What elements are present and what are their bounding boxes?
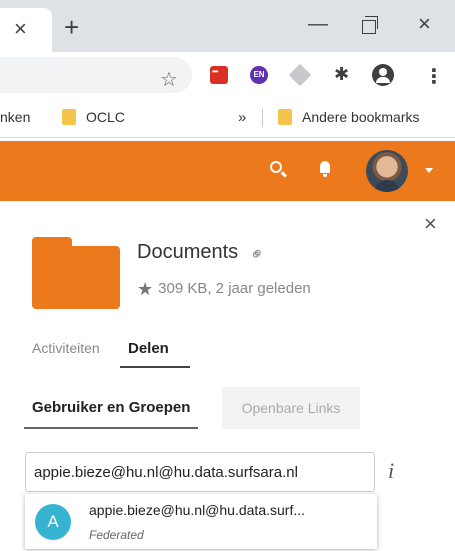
star-icon[interactable]: ☆: [160, 67, 178, 92]
bookmark-oclc[interactable]: OCLC: [62, 109, 125, 125]
red-extension-icon[interactable]: [210, 66, 228, 84]
grey-extension-icon[interactable]: [288, 63, 312, 87]
bookmark-item[interactable]: nken: [0, 109, 30, 125]
avatar: A: [35, 504, 71, 540]
file-name: Documents: [137, 241, 239, 263]
tab-share[interactable]: Delen: [128, 340, 169, 357]
active-tab-indicator: [120, 366, 190, 368]
window-restore-icon[interactable]: [362, 16, 378, 34]
browser-toolbar: ☆ EN ✱ ⋮: [0, 52, 455, 98]
close-icon[interactable]: ×: [424, 213, 437, 235]
en-extension-icon[interactable]: EN: [250, 66, 268, 84]
window-close-icon[interactable]: ×: [418, 13, 431, 35]
info-icon[interactable]: i: [388, 458, 394, 484]
suggestion-name: appie.bieze@hu.nl@hu.data.surf...: [89, 502, 306, 518]
new-tab-icon[interactable]: +: [64, 14, 79, 40]
share-with-input[interactable]: [25, 452, 375, 492]
bookmarks-overflow-button[interactable]: »: [238, 109, 246, 126]
puzzle-icon[interactable]: ✱: [334, 64, 349, 85]
chevron-down-icon[interactable]: [425, 168, 433, 173]
browser-tab-strip: × + — ×: [0, 0, 455, 52]
file-details: ★ 309 KB, 2 jaar geleden: [137, 279, 311, 300]
bookmark-label: Andere bookmarks: [302, 109, 420, 125]
folder-icon: [32, 237, 120, 309]
folder-icon: [278, 109, 292, 125]
folder-icon: [62, 109, 76, 125]
bookmarks-bar: nken OCLC » Andere bookmarks: [0, 98, 455, 138]
menu-icon[interactable]: ⋮: [424, 64, 444, 89]
search-icon[interactable]: [270, 161, 282, 173]
address-bar[interactable]: ☆: [0, 57, 192, 93]
share-suggestion-item[interactable]: A appie.bieze@hu.nl@hu.data.surf... Fede…: [25, 494, 377, 549]
favorite-star-icon[interactable]: ★: [137, 279, 153, 299]
profile-icon[interactable]: [372, 64, 394, 86]
suggestion-type: Federated: [89, 528, 144, 542]
divider: [262, 109, 263, 127]
tab-activity[interactable]: Activiteiten: [32, 340, 100, 356]
browser-tab[interactable]: ×: [0, 8, 52, 52]
notifications-bell-icon[interactable]: [320, 161, 330, 177]
file-meta-text: 309 KB, 2 jaar geleden: [158, 280, 311, 297]
other-bookmarks[interactable]: Andere bookmarks: [278, 109, 420, 125]
link-icon[interactable]: ⚭: [245, 242, 271, 268]
app-header: [0, 141, 455, 201]
window-minimize-icon[interactable]: —: [308, 14, 328, 34]
tab-users-groups[interactable]: Gebruiker en Groepen: [24, 387, 199, 429]
avatar[interactable]: [366, 150, 408, 192]
tab-close-icon[interactable]: ×: [14, 18, 27, 40]
tab-public-links[interactable]: Openbare Links: [222, 387, 360, 429]
bookmark-label: OCLC: [86, 109, 125, 125]
